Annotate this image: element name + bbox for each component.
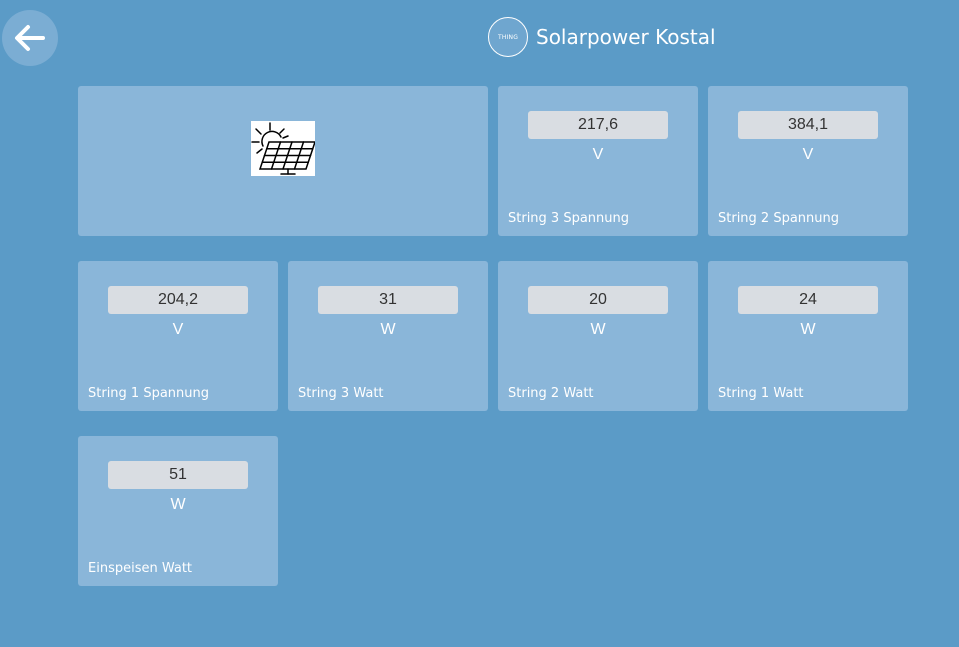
solar-panel-icon xyxy=(251,121,315,176)
tile-label: String 1 Spannung xyxy=(88,386,210,401)
unit-label: W xyxy=(800,321,816,338)
value-display: 51 xyxy=(108,461,248,489)
tile-string1-watt: 24 W String 1 Watt xyxy=(708,261,908,411)
arrow-left-icon xyxy=(15,25,45,51)
tile-label: String 2 Watt xyxy=(508,386,594,401)
value-display: 384,1 xyxy=(738,111,878,139)
unit-label: V xyxy=(172,321,184,338)
unit-label: W xyxy=(380,321,396,338)
solar-image-tile xyxy=(78,86,488,236)
tile-label: String 3 Watt xyxy=(298,386,384,401)
tile-string3-watt: 31 W String 3 Watt xyxy=(288,261,488,411)
unit-label: V xyxy=(802,146,814,163)
tile-string3-spannung: 217,6 V String 3 Spannung xyxy=(498,86,698,236)
value-display: 20 xyxy=(528,286,668,314)
value-display: 217,6 xyxy=(528,111,668,139)
unit-label: W xyxy=(170,496,186,513)
page-title: Solarpower Kostal xyxy=(536,25,716,49)
tile-string2-watt: 20 W String 2 Watt xyxy=(498,261,698,411)
back-button[interactable] xyxy=(2,10,58,66)
tile-label: Einspeisen Watt xyxy=(88,561,193,576)
tile-label: String 2 Spannung xyxy=(718,211,840,226)
value-display: 204,2 xyxy=(108,286,248,314)
tile-string2-spannung: 384,1 V String 2 Spannung xyxy=(708,86,908,236)
thing-badge: THING xyxy=(488,17,528,57)
unit-label: W xyxy=(590,321,606,338)
tile-label: String 1 Watt xyxy=(718,386,804,401)
tile-string1-spannung: 204,2 V String 1 Spannung xyxy=(78,261,278,411)
unit-label: V xyxy=(592,146,604,163)
tile-label: String 3 Spannung xyxy=(508,211,630,226)
tile-einspeisen-watt: 51 W Einspeisen Watt xyxy=(78,436,278,586)
value-display: 24 xyxy=(738,286,878,314)
page-header: THING Solarpower Kostal xyxy=(488,17,716,57)
value-display: 31 xyxy=(318,286,458,314)
